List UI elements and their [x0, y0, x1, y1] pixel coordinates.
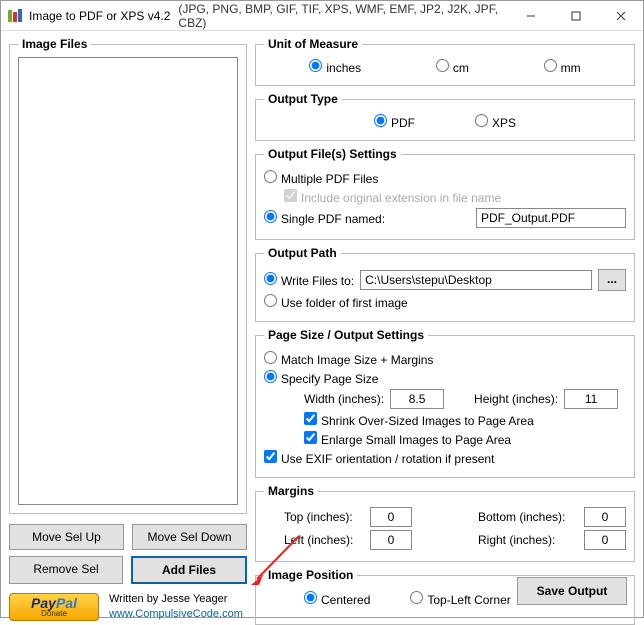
output-path-input[interactable] [360, 270, 592, 290]
minimize-button[interactable] [508, 1, 553, 30]
window-formats: (JPG, PNG, BMP, GIF, TIF, XPS, WMF, EMF,… [178, 2, 508, 30]
include-ext-checkbox: Include original extension in file name [284, 189, 501, 205]
paypal-donate-button[interactable]: PayPal Donate [9, 593, 99, 621]
use-folder-radio[interactable]: Use folder of first image [264, 294, 408, 310]
margin-right-input[interactable] [584, 530, 626, 550]
margin-left-label: Left (inches): [284, 533, 364, 547]
credits: Written by Jesse Yeager www.CompulsiveCo… [109, 592, 243, 623]
page-size-legend: Page Size / Output Settings [264, 328, 428, 342]
close-button[interactable] [598, 1, 643, 30]
unit-mm-radio[interactable]: mm [544, 59, 581, 75]
single-pdf-radio[interactable]: Single PDF named: [264, 210, 385, 226]
website-link[interactable]: www.CompulsiveCode.com [109, 607, 243, 622]
margin-bottom-label: Bottom (inches): [478, 510, 578, 524]
single-pdf-name-input[interactable] [476, 208, 626, 228]
height-input[interactable] [564, 389, 618, 409]
specify-size-radio[interactable]: Specify Page Size [264, 370, 378, 386]
add-files-button[interactable]: Add Files [131, 556, 247, 584]
app-icon [7, 8, 23, 24]
output-type-legend: Output Type [264, 92, 342, 106]
margin-top-input[interactable] [370, 507, 412, 527]
margin-top-label: Top (inches): [284, 510, 364, 524]
browse-button[interactable]: ... [598, 269, 626, 291]
maximize-button[interactable] [553, 1, 598, 30]
image-position-legend: Image Position [264, 568, 357, 582]
image-files-list[interactable] [18, 57, 238, 505]
height-label: Height (inches): [474, 392, 558, 406]
unit-legend: Unit of Measure [264, 37, 362, 51]
margins-legend: Margins [264, 484, 318, 498]
move-sel-up-button[interactable]: Move Sel Up [9, 524, 124, 550]
margin-left-input[interactable] [370, 530, 412, 550]
window-title: Image to PDF or XPS v4.2 [29, 9, 170, 23]
enlarge-checkbox[interactable]: Enlarge Small Images to Page Area [304, 431, 511, 447]
write-files-to-radio[interactable]: Write Files to: [264, 272, 354, 288]
author-label: Written by Jesse Yeager [109, 592, 243, 607]
move-sel-down-button[interactable]: Move Sel Down [132, 524, 247, 550]
image-files-legend: Image Files [18, 37, 91, 51]
output-pdf-radio[interactable]: PDF [374, 114, 415, 130]
width-input[interactable] [390, 389, 444, 409]
exif-checkbox[interactable]: Use EXIF orientation / rotation if prese… [264, 450, 494, 466]
unit-cm-radio[interactable]: cm [436, 59, 469, 75]
multiple-pdf-radio[interactable]: Multiple PDF Files [264, 170, 378, 186]
output-path-legend: Output Path [264, 246, 341, 260]
top-left-radio[interactable]: Top-Left Corner [410, 591, 510, 607]
unit-inches-radio[interactable]: inches [309, 59, 361, 75]
margin-bottom-input[interactable] [584, 507, 626, 527]
output-xps-radio[interactable]: XPS [475, 114, 516, 130]
centered-radio[interactable]: Centered [304, 591, 370, 607]
match-size-radio[interactable]: Match Image Size + Margins [264, 351, 433, 367]
save-output-button[interactable]: Save Output [517, 577, 627, 605]
width-label: Width (inches): [304, 392, 384, 406]
shrink-checkbox[interactable]: Shrink Over-Sized Images to Page Area [304, 412, 534, 428]
output-file-legend: Output File(s) Settings [264, 147, 401, 161]
margin-right-label: Right (inches): [478, 533, 578, 547]
remove-sel-button[interactable]: Remove Sel [9, 556, 123, 584]
